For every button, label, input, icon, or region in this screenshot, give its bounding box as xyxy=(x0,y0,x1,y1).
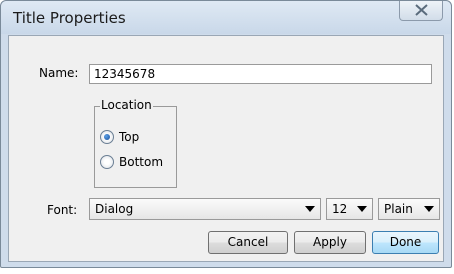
font-family-select[interactable]: Dialog xyxy=(89,198,321,220)
location-option-top[interactable]: Top xyxy=(100,128,139,146)
radio-top-label: Top xyxy=(119,130,140,144)
chevron-down-icon xyxy=(424,206,434,212)
close-button[interactable] xyxy=(399,1,443,21)
title-bar[interactable]: Title Properties xyxy=(1,1,451,34)
font-family-value: Dialog xyxy=(95,202,134,216)
font-style-select[interactable]: Plain xyxy=(378,198,440,220)
location-legend: Location xyxy=(100,98,153,112)
window-title: Title Properties xyxy=(13,9,126,27)
apply-button[interactable]: Apply xyxy=(294,231,366,254)
cancel-button[interactable]: Cancel xyxy=(208,231,288,254)
chevron-down-icon xyxy=(305,206,315,212)
name-label: Name: xyxy=(39,66,79,80)
name-input[interactable] xyxy=(89,64,432,84)
dialog-content: Name: Location Top Bottom Font: Dialog 1… xyxy=(8,35,444,262)
chevron-down-icon xyxy=(357,206,367,212)
radio-bottom-label: Bottom xyxy=(119,155,164,169)
location-option-bottom[interactable]: Bottom xyxy=(100,153,163,171)
close-icon xyxy=(415,4,428,16)
radio-top[interactable] xyxy=(100,130,114,144)
font-label: Font: xyxy=(47,203,78,217)
title-properties-dialog: Title Properties Name: Location Top Bott… xyxy=(0,0,452,268)
done-button[interactable]: Done xyxy=(372,231,439,254)
font-size-select[interactable]: 12 xyxy=(326,198,373,220)
location-group: Location Top Bottom xyxy=(94,98,177,188)
radio-bottom[interactable] xyxy=(100,155,114,169)
font-size-value: 12 xyxy=(332,202,348,216)
font-style-value: Plain xyxy=(384,202,413,216)
